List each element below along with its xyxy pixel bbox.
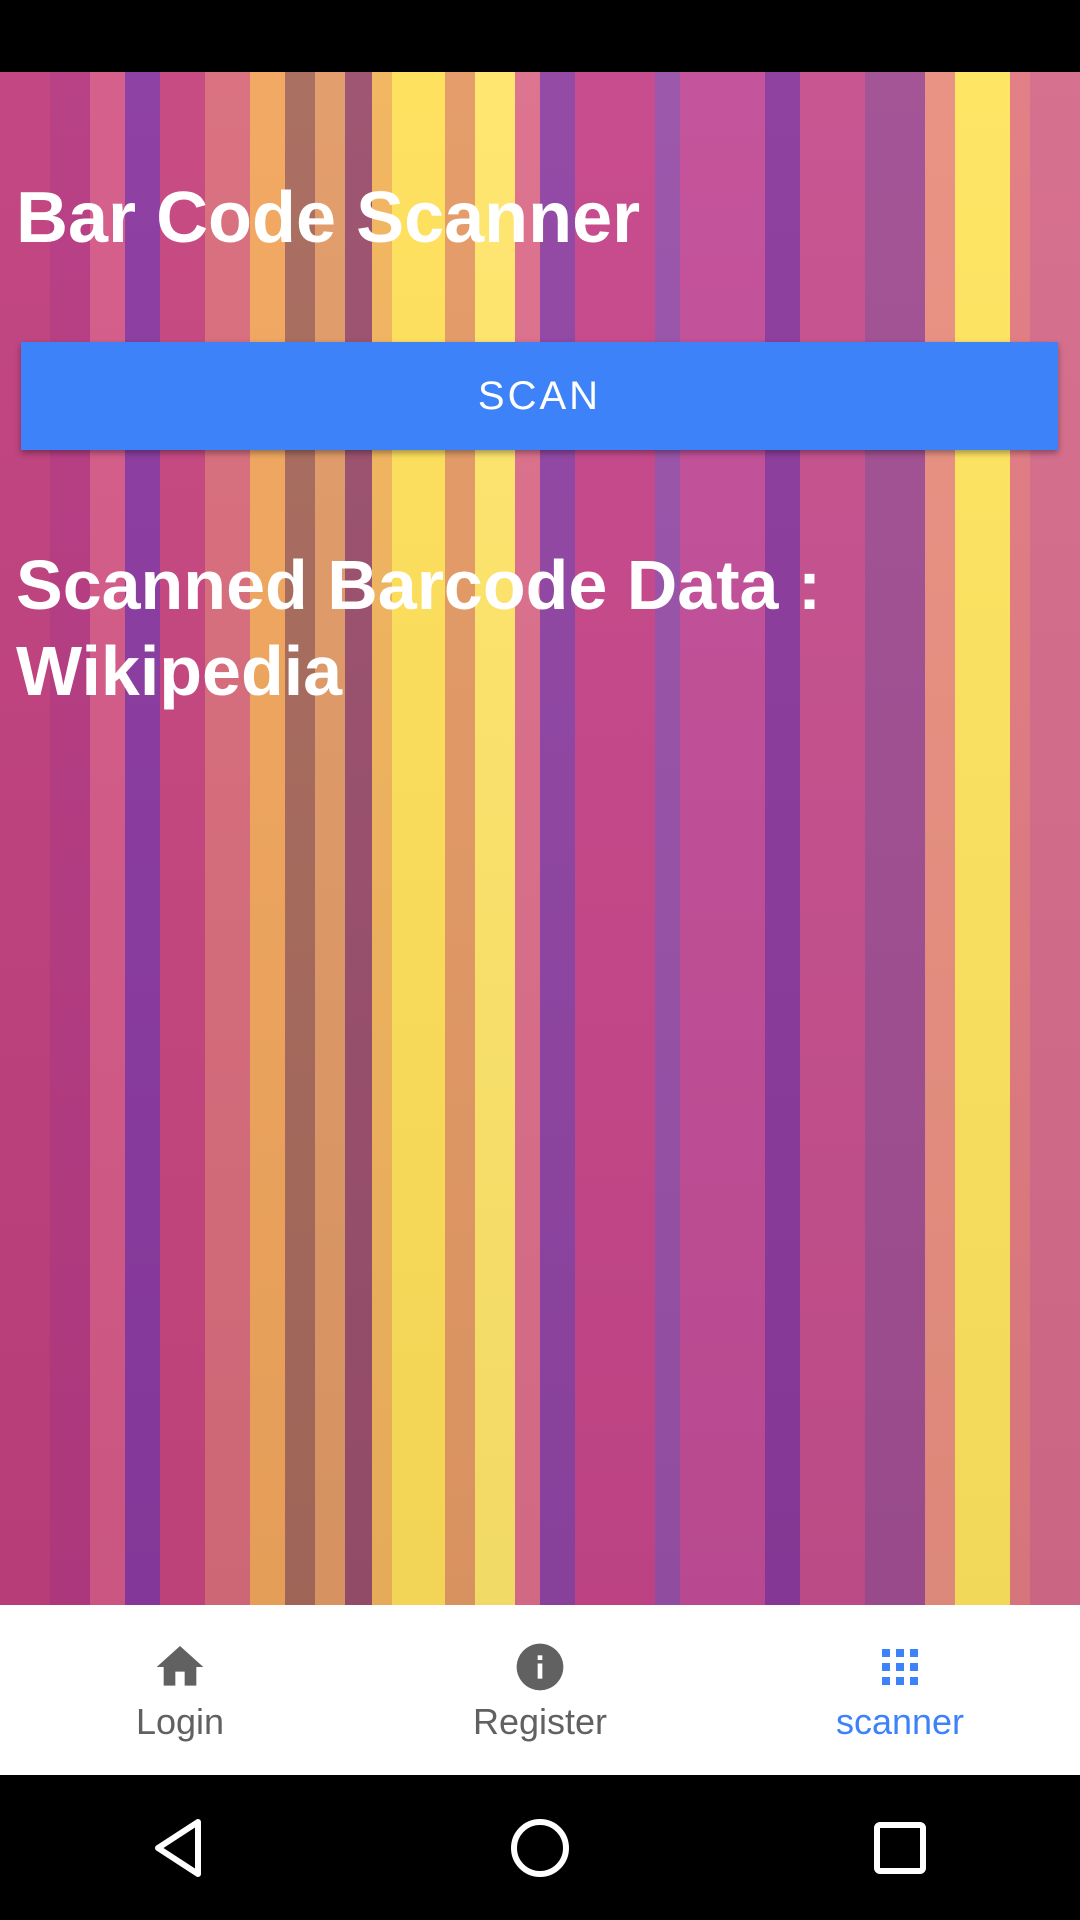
nav-item-login[interactable]: Login [0, 1605, 360, 1775]
nav-label-register: Register [472, 1701, 608, 1742]
nav-label-login: Login [135, 1701, 225, 1742]
page-title: Bar Code Scanner [16, 178, 641, 258]
recents-square-icon [874, 1821, 926, 1874]
nav-item-register[interactable]: Register [360, 1605, 720, 1775]
scanned-result-text: Scanned Barcode Data : Wikipedia [16, 546, 822, 710]
main-content: Bar Code Scanner SCAN Scanned Barcode Da… [0, 72, 1080, 1605]
bottom-navigation: Login Register scanner [0, 1605, 1080, 1775]
scan-button[interactable]: SCAN [21, 342, 1058, 450]
recents-button[interactable] [840, 1798, 960, 1898]
home-icon [150, 1637, 210, 1697]
info-icon [510, 1637, 570, 1697]
nav-label-scanner: scanner [835, 1701, 965, 1742]
nav-item-scanner[interactable]: scanner [720, 1605, 1080, 1775]
back-icon [155, 1818, 201, 1877]
status-bar [0, 0, 1080, 72]
back-button[interactable] [120, 1798, 240, 1898]
system-navigation-bar [0, 1775, 1080, 1920]
home-circle-icon [511, 1818, 569, 1877]
apps-grid-icon [870, 1637, 930, 1697]
home-button[interactable] [480, 1798, 600, 1898]
